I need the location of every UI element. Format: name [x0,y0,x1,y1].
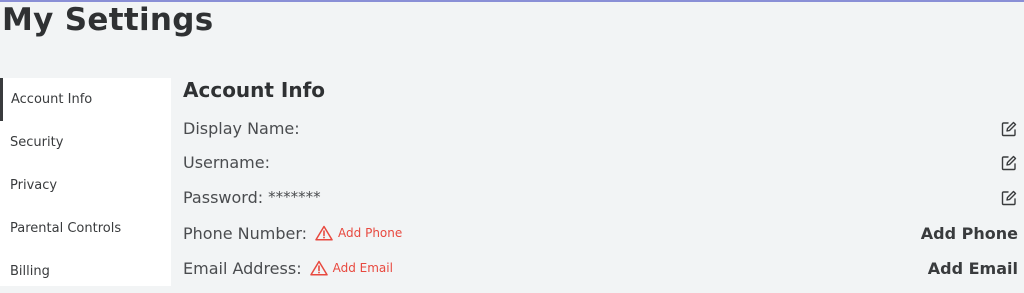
settings-sidebar: Account Info Security Privacy Parental C… [0,78,171,286]
phone-number-row: Phone Number: Add Phone Add Phone [183,221,1018,245]
account-info-panel: Account Info Display Name: Username: Pas… [171,78,1024,286]
add-phone-link[interactable]: Add Phone [315,225,402,241]
warning-icon [315,225,333,241]
add-email-link-label: Add Email [332,261,393,275]
password-value: ******* [268,188,321,206]
sidebar-item-security[interactable]: Security [0,121,171,164]
username-row: Username: [183,150,1018,174]
display-name-row: Display Name: [183,116,1018,140]
page-title: My Settings [2,2,214,38]
warning-icon [309,260,328,276]
display-name-label: Display Name: [183,118,300,138]
sidebar-item-billing[interactable]: Billing [0,250,171,293]
edit-icon [1001,190,1017,206]
sidebar-item-label: Security [10,135,64,150]
phone-number-label: Phone Number: [183,223,308,243]
section-title: Account Info [183,78,326,102]
email-address-row: Email Address: Add Email Add Email [183,256,1018,280]
add-phone-link-label: Add Phone [338,226,403,240]
sidebar-item-label: Billing [10,264,50,279]
sidebar-item-label: Parental Controls [10,221,122,236]
password-label: Password: [183,187,264,207]
username-label: Username: [183,152,270,172]
edit-username-button[interactable] [1000,154,1018,172]
sidebar-item-label: Account Info [11,92,93,107]
edit-icon [1001,155,1017,171]
add-email-link[interactable]: Add Email [309,260,393,276]
add-phone-button[interactable]: Add Phone [921,224,1018,243]
sidebar-item-account-info[interactable]: Account Info [0,78,171,121]
password-row: Password: ******* [183,185,1018,209]
email-address-label: Email Address: [183,258,302,278]
edit-icon [1001,121,1017,137]
sidebar-item-label: Privacy [10,178,58,193]
edit-password-button[interactable] [1000,189,1018,207]
add-email-button[interactable]: Add Email [928,259,1018,278]
sidebar-item-parental-controls[interactable]: Parental Controls [0,207,171,250]
edit-display-name-button[interactable] [1000,120,1018,138]
sidebar-item-privacy[interactable]: Privacy [0,164,171,207]
